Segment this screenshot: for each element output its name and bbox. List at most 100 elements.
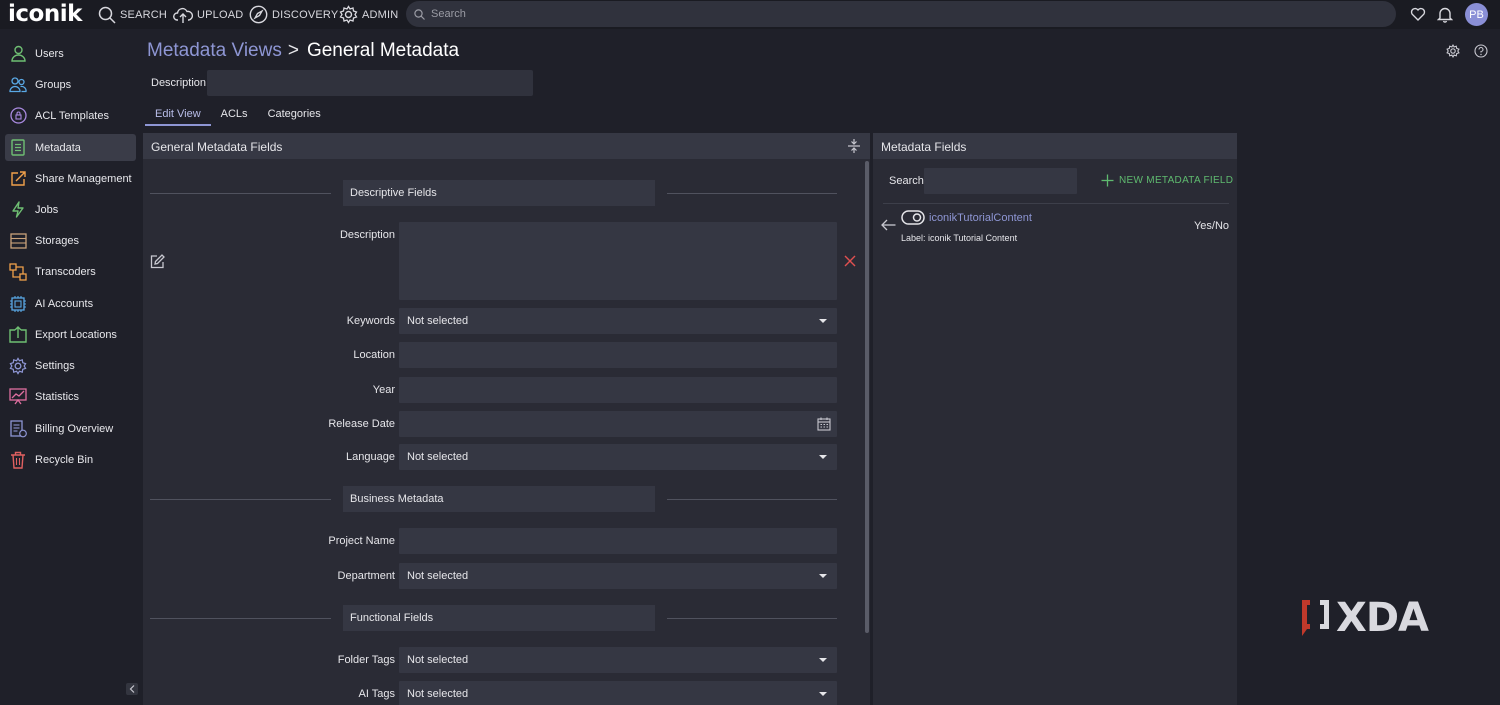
view-fields-panel: General Metadata Fields Descriptive Fiel… [143,133,870,705]
field-search-input[interactable] [924,168,1077,194]
section-functional-fields[interactable]: Functional Fields [343,605,655,631]
expand-collapse-icon[interactable] [847,139,861,153]
billing-icon [9,419,27,438]
sidebar-item-billing-overview[interactable]: Billing Overview [5,415,136,442]
department-field-value: Not selected [407,570,469,582]
folder-tags-field-label: Folder Tags [337,654,395,666]
sidebar-item-groups[interactable]: Groups [5,71,136,98]
section-divider [667,193,837,194]
search-icon [98,6,116,24]
chevron-down-icon [819,455,827,459]
breadcrumb-parent-link[interactable]: Metadata Views [147,40,282,62]
section-divider [667,618,837,619]
remove-field-icon[interactable] [844,255,856,267]
search-icon [414,8,425,20]
sidebar-item-transcoders[interactable]: Transcoders [5,258,136,285]
ai-tags-field-select[interactable]: Not selected [399,681,837,705]
language-field-select[interactable]: Not selected [399,444,837,470]
project-name-field-input[interactable] [399,528,837,554]
view-tabs: Edit View ACLs Categories [145,106,331,126]
nav-discovery[interactable]: DISCOVERY [249,5,338,24]
sidebar-item-storages[interactable]: Storages [5,227,136,254]
sidebar-item-label: AI Accounts [35,297,94,310]
section-business-metadata[interactable]: Business Metadata [343,486,655,512]
folder-tags-field-select[interactable]: Not selected [399,647,837,673]
year-field-label: Year [372,384,395,396]
keywords-field-select[interactable]: Not selected [399,308,837,334]
sidebar-item-label: Users [35,47,64,60]
language-field-value: Not selected [407,451,469,463]
nav-admin[interactable]: ADMIN [339,5,398,24]
keywords-field-label: Keywords [346,315,395,327]
xda-watermark-text: XDA [1336,595,1429,641]
metadata-fields-panel-header: Metadata Fields [873,133,1237,159]
group-icon [9,76,27,94]
sidebar-item-metadata[interactable]: Metadata [5,134,136,161]
share-icon [9,170,27,188]
sidebar-item-settings[interactable]: Settings [5,352,136,379]
release-date-field-input[interactable] [399,411,837,437]
description-field-textarea[interactable] [399,222,837,300]
user-avatar[interactable]: PB [1465,3,1488,26]
sidebar-item-label: ACL Templates [35,109,109,122]
sidebar-item-jobs[interactable]: Jobs [5,196,136,223]
arrow-left-icon[interactable] [881,219,896,231]
storage-icon [9,232,27,250]
year-field-input[interactable] [399,377,837,403]
sidebar-item-label: Storages [35,234,80,247]
sidebar-item-label: Metadata [35,141,81,154]
statistics-icon [9,388,27,406]
sidebar-item-label: Export Locations [35,328,117,341]
sidebar-item-statistics[interactable]: Statistics [5,383,136,410]
new-metadata-field-button[interactable]: NEW METADATA FIELD [1101,174,1233,187]
toggle-icon [901,210,925,225]
sidebar-item-recycle-bin[interactable]: Recycle Bin [5,446,136,473]
sidebar-item-label: Recycle Bin [35,453,94,466]
section-descriptive-fields[interactable]: Descriptive Fields [343,180,655,206]
settings-icon [9,356,27,375]
field-search-label: Search [889,175,924,187]
lock-icon [9,107,27,125]
metadata-field-name[interactable]: iconikTutorialContent [929,212,1032,224]
app-logo[interactable]: iconik [8,1,82,27]
keywords-field-value: Not selected [407,315,469,327]
sidebar-item-users[interactable]: Users [5,40,136,67]
breadcrumb-separator: > [287,40,299,61]
chevron-down-icon [819,319,827,323]
sidebar-item-label: Statistics [35,390,80,403]
nav-search[interactable]: SEARCH [98,5,167,24]
heart-icon[interactable] [1410,6,1426,22]
department-field-select[interactable]: Not selected [399,563,837,589]
sidebar-item-label: Share Management [35,172,132,185]
bell-icon[interactable] [1437,6,1453,23]
view-settings-icon[interactable] [1446,44,1460,58]
folder-tags-field-value: Not selected [407,654,469,666]
breadcrumb: Metadata Views > General Metadata [147,40,459,62]
panel-divider [883,203,1229,204]
location-field-input[interactable] [399,342,837,368]
plus-icon [1101,174,1114,187]
calendar-icon[interactable] [817,417,831,431]
panel-scrollbar[interactable] [865,161,869,633]
xda-logo-icon [1302,600,1329,636]
tab-edit-view[interactable]: Edit View [145,106,211,126]
chevron-down-icon [819,692,827,696]
new-metadata-field-label: NEW METADATA FIELD [1119,175,1234,186]
section-divider [150,193,331,194]
nav-upload[interactable]: UPLOAD [173,5,243,24]
export-icon [9,326,27,344]
description-field-label: Description [339,229,395,241]
help-icon[interactable] [1474,44,1488,58]
sidebar-item-share-management[interactable]: Share Management [5,165,136,192]
edit-icon[interactable] [150,254,165,269]
sidebar-item-ai-accounts[interactable]: AI Accounts [5,290,136,317]
language-field-label: Language [346,451,395,463]
global-search-input[interactable]: Search [406,1,1396,27]
tab-acls[interactable]: ACLs [211,106,258,126]
tab-categories[interactable]: Categories [258,106,331,126]
chevron-down-icon [819,658,827,662]
view-description-input[interactable] [207,70,533,96]
sidebar-item-export-locations[interactable]: Export Locations [5,321,136,348]
sidebar-item-acl-templates[interactable]: ACL Templates [5,102,136,129]
sidebar-collapse-button[interactable] [126,683,138,695]
